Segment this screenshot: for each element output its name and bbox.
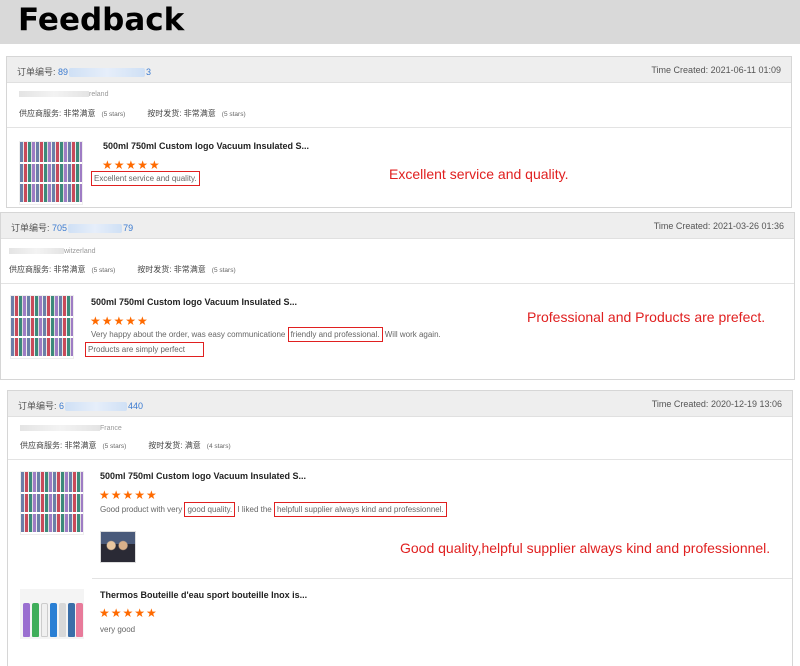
buyer-info: witzerland [9,248,96,255]
ratings-row: 供应商服务: 非常满意 (5 stars) 按时发货: 满意 (4 stars) [20,440,231,451]
review-highlight: good quality. [184,502,236,517]
annotation: Excellent service and quality. [389,166,569,182]
review-segment: I liked the [235,505,274,514]
review-text: Excellent service and quality. [91,171,200,186]
order-suffix[interactable]: 440 [128,401,143,411]
time-created: Time Created: 2020-12-19 13:06 [652,399,782,409]
product-image[interactable] [19,141,83,205]
time-created: Time Created: 2021-06-11 01:09 [651,65,781,75]
page-title: Feedback [18,2,185,38]
annotation: Good quality,helpful supplier always kin… [400,540,771,556]
supplier-service-stars: (5 stars) [91,267,116,274]
product-title[interactable]: 500ml 750ml Custom logo Vacuum Insulated… [103,141,309,151]
buyer-info: France [20,425,122,432]
divider [8,459,792,460]
time-created: Time Created: 2021-03-26 01:36 [654,221,784,231]
review-text: Very happy about the order, was easy com… [91,327,441,342]
supplier-service-value: 非常满意 [63,109,96,118]
star-rating: ★★★★★ [99,488,158,502]
shipping-value: 满意 [184,441,201,450]
time-label: Time Created: [651,399,709,409]
buyer-country: France [100,425,122,432]
divider [1,283,794,284]
divider [7,127,791,128]
review-segment: Will work again. [382,330,441,339]
time-value: 2021-03-26 01:36 [712,221,784,231]
review-highlight: Products are simply perfect [85,342,204,357]
time-label: Time Created: [653,221,711,231]
supplier-service-value: 非常满意 [53,265,86,274]
product-image[interactable] [20,471,84,535]
redacted-buyer [9,248,64,255]
review-highlight: friendly and professional. [287,327,383,342]
product-image[interactable] [10,295,74,359]
shipping-label: 按时发货: [147,109,182,118]
buyer-info: reland [19,91,108,98]
shipping-stars: (5 stars) [221,111,246,118]
buyer-country: witzerland [64,248,96,255]
shipping-label: 按时发货: [148,441,183,450]
review-text: very good [100,625,136,634]
feedback-card: 订单编号: 6 440 Time Created: 2020-12-19 13:0… [7,390,793,666]
supplier-service-stars: (5 stars) [102,443,127,450]
order-number[interactable]: 订单编号: 89 3 [17,65,151,78]
order-suffix[interactable]: 3 [146,67,151,77]
supplier-service-value: 非常满意 [64,441,97,450]
star-rating: ★★★★★ [102,158,161,172]
product-title[interactable]: 500ml 750ml Custom logo Vacuum Insulated… [100,471,306,481]
card-header: 订单编号: 705 79 Time Created: 2021-03-26 01:… [1,213,794,239]
item-divider [92,578,792,579]
feedback-card: 订单编号: 705 79 Time Created: 2021-03-26 01:… [0,212,795,380]
ratings-row: 供应商服务: 非常满意 (5 stars) 按时发货: 非常满意 (5 stars) [19,108,246,119]
order-number[interactable]: 订单编号: 6 440 [18,399,143,412]
redacted-buyer [20,425,100,432]
order-label: 订单编号: [18,401,57,411]
review-text-line2: Products are simply perfect [85,342,204,357]
buyer-country: reland [89,91,109,98]
order-label: 订单编号: [11,223,50,233]
redacted-order [69,68,146,78]
redacted-order [68,224,123,234]
review-segment: Very happy about the order, was easy com… [91,330,288,339]
order-prefix[interactable]: 705 [52,223,67,233]
shipping-stars: (4 stars) [206,443,231,450]
order-suffix[interactable]: 79 [123,223,133,233]
star-rating: ★★★★★ [99,606,158,620]
product-image[interactable] [20,589,84,639]
order-label: 订单编号: [17,67,56,77]
page-header: Feedback [0,0,800,44]
ratings-row: 供应商服务: 非常满意 (5 stars) 按时发货: 非常满意 (5 stars) [9,264,236,275]
order-number[interactable]: 订单编号: 705 79 [11,221,133,234]
card-header: 订单编号: 89 3 Time Created: 2021-06-11 01:09 [7,57,791,83]
supplier-service-label: 供应商服务: [9,265,52,274]
review-highlight: helpfull supplier always kind and profes… [273,502,447,517]
review-photo[interactable] [100,531,136,563]
shipping-value: 非常满意 [183,109,216,118]
supplier-service-label: 供应商服务: [19,109,62,118]
order-prefix[interactable]: 6 [59,401,64,411]
order-prefix[interactable]: 89 [58,67,68,77]
redacted-buyer [19,91,89,98]
feedback-card: 订单编号: 89 3 Time Created: 2021-06-11 01:09… [6,56,792,208]
shipping-label: 按时发货: [137,265,172,274]
product-title[interactable]: 500ml 750ml Custom logo Vacuum Insulated… [91,297,297,307]
supplier-service-stars: (5 stars) [101,111,126,118]
annotation: Professional and Products are prefect. [527,309,766,325]
card-header: 订单编号: 6 440 Time Created: 2020-12-19 13:0… [8,391,792,417]
shipping-stars: (5 stars) [211,267,236,274]
time-label: Time Created: [651,65,709,75]
time-value: 2020-12-19 13:06 [710,399,782,409]
product-title[interactable]: Thermos Bouteille d'eau sport bouteille … [100,590,307,600]
review-segment: Good product with very [100,505,185,514]
review-highlight: Excellent service and quality. [91,171,200,186]
time-value: 2021-06-11 01:09 [710,65,781,75]
shipping-value: 非常满意 [173,265,206,274]
redacted-order [65,402,128,412]
review-text: Good product with very good quality. I l… [100,502,447,517]
star-rating: ★★★★★ [90,314,149,328]
supplier-service-label: 供应商服务: [20,441,63,450]
